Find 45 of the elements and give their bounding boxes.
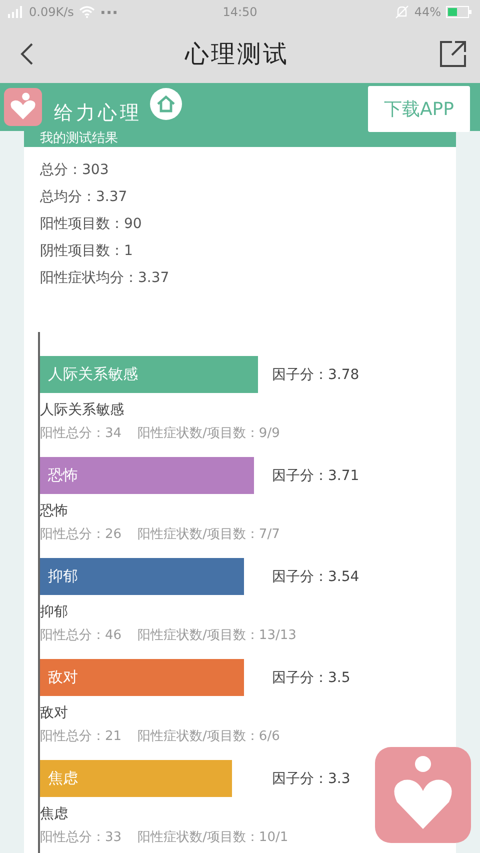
factor-stat: 阳性总分：26: [40, 526, 122, 544]
factor-bar-label: 焦虑: [48, 768, 78, 789]
factor-bar-label: 敌对: [48, 667, 78, 688]
battery-percent: 44%: [414, 5, 441, 19]
wifi-icon: [78, 6, 95, 18]
download-app-button[interactable]: 下载APP: [368, 86, 470, 132]
factor-stat: 阳性症状数/项目数：13/13: [138, 627, 296, 645]
factor-stat: 阳性症状数/项目数：10/1: [138, 829, 288, 847]
factor-stat: 阳性总分：34: [40, 425, 122, 443]
muted-bell-icon: [395, 5, 410, 19]
signal-icon: [8, 6, 24, 18]
page-title: 心理测试: [185, 38, 289, 70]
factor-stat: 阳性总分：21: [40, 728, 122, 746]
clock: 14:50: [222, 5, 258, 19]
factor-name: 敌对: [40, 704, 68, 723]
factor-name: 焦虑: [40, 805, 68, 824]
factor-stat: 阳性症状数/项目数：9/9: [138, 425, 280, 443]
factor-name: 人际关系敏感: [40, 401, 124, 420]
factor-score: 因子分：3.5: [272, 668, 350, 686]
back-icon[interactable]: [20, 42, 34, 66]
factor-bar-label: 恐怖: [48, 465, 78, 486]
summary-line: 阳性症状均分：3.37: [40, 269, 170, 288]
summary-line: 阴性项目数：1: [40, 242, 133, 261]
factor-stat: 阳性总分：33: [40, 829, 122, 847]
factor-score: 因子分：3.3: [272, 770, 350, 788]
factor-name: 抑郁: [40, 603, 68, 622]
summary-line: 总均分：3.37: [40, 188, 128, 207]
factor-stat: 阳性总分：46: [40, 627, 122, 645]
battery-icon: [446, 6, 472, 18]
brand-name: 给力心理: [54, 101, 142, 126]
factor-bar-label: 抑郁: [48, 566, 78, 587]
factor-score: 因子分：3.78: [272, 366, 360, 384]
factor-name: 恐怖: [40, 502, 68, 521]
summary-line: 阳性项目数：90: [40, 215, 142, 234]
card-header: 我的测试结果: [24, 131, 456, 147]
share-icon[interactable]: [440, 40, 466, 66]
factor-bar-label: 人际关系敏感: [48, 364, 138, 385]
summary-line: 总分：303: [40, 161, 109, 180]
factor-score: 因子分：3.71: [272, 466, 360, 484]
factor-stat: 阳性症状数/项目数：7/7: [138, 526, 280, 544]
more-notifications: ···: [100, 2, 118, 22]
heart-logo-icon: [4, 88, 42, 126]
network-speed: 0.09K/s: [29, 5, 74, 19]
factor-score: 因子分：3.54: [272, 568, 360, 586]
factor-stat: 阳性症状数/项目数：6/6: [138, 728, 280, 746]
